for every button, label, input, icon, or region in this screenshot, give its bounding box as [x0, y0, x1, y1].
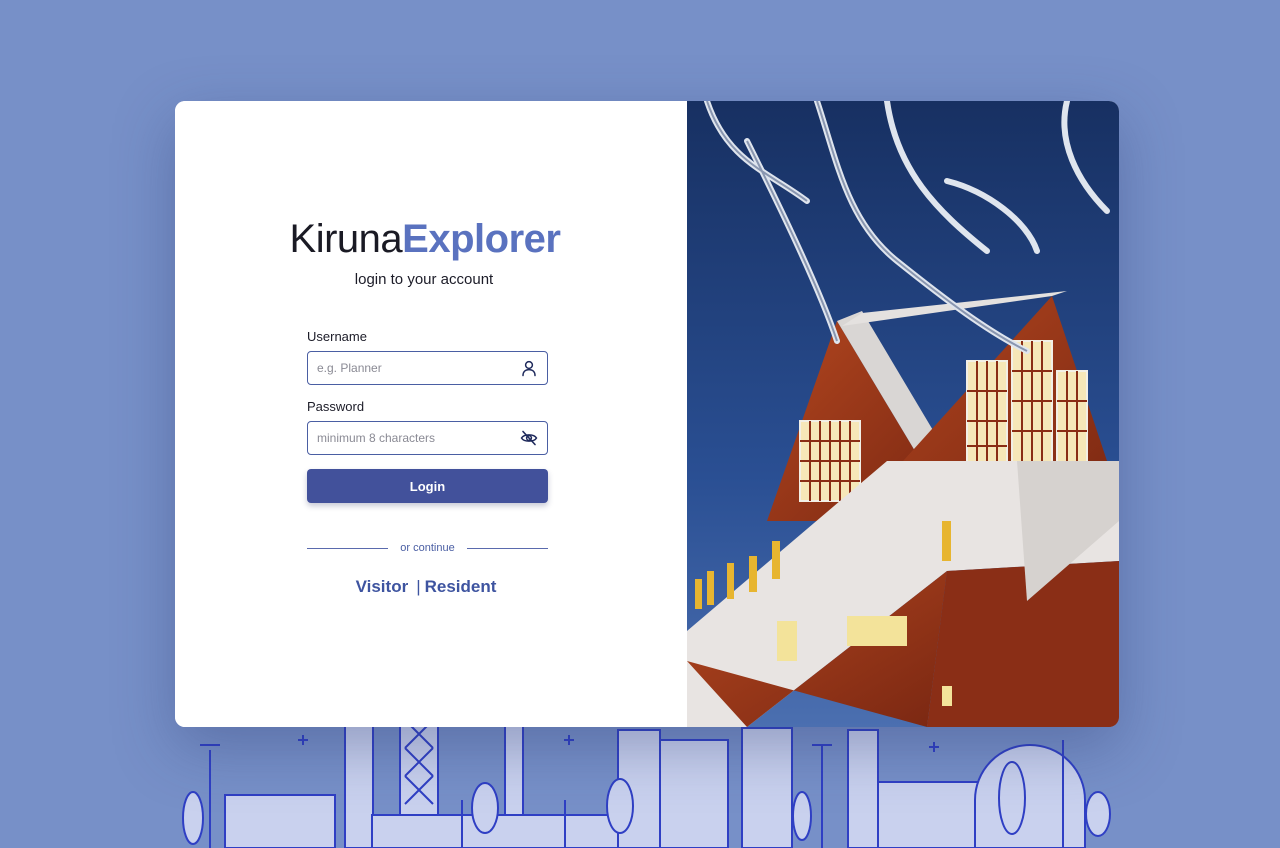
brand-logo-part2: Explorer [402, 217, 561, 261]
hero-photo [687, 101, 1119, 727]
visitor-link[interactable]: Visitor [356, 577, 409, 596]
login-panel: KirunaExplorer login to your account Use… [175, 101, 687, 727]
divider-line-left [307, 547, 389, 549]
resident-link[interactable]: Resident [425, 577, 497, 596]
username-field-wrapper [307, 351, 548, 385]
password-field-wrapper [307, 421, 548, 455]
username-label: Username [307, 329, 367, 344]
password-input[interactable] [308, 422, 507, 454]
alternative-login-links: Visitor | Resident [175, 577, 677, 597]
login-form: Username Password Login [307, 329, 548, 503]
or-continue-divider: or continue [307, 540, 548, 556]
login-button[interactable]: Login [307, 469, 548, 503]
brand-logo-part1: Kiruna [289, 217, 403, 261]
username-input[interactable] [308, 352, 507, 384]
login-subtitle: login to your account [354, 271, 494, 288]
eye-off-icon[interactable] [520, 429, 538, 447]
divider-line-right [466, 547, 548, 549]
kiruna-church-image [687, 101, 1119, 727]
password-label: Password [307, 399, 365, 414]
divider-text: or continue [400, 542, 455, 554]
login-card: KirunaExplorer login to your account Use… [175, 101, 1119, 727]
link-separator: | [416, 577, 421, 596]
user-icon [522, 360, 536, 377]
brand-logo: KirunaExplorer [175, 215, 675, 263]
